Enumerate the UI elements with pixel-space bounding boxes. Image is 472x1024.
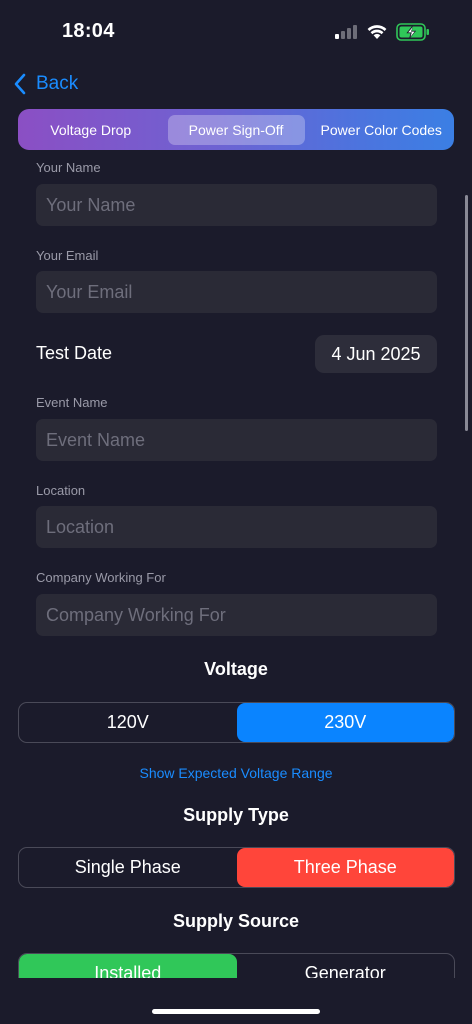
company-label: Company Working For <box>36 570 166 585</box>
tab-power-sign-off[interactable]: Power Sign-Off <box>167 114 305 145</box>
name-label: Your Name <box>36 160 101 175</box>
event-name-label: Event Name <box>36 395 108 410</box>
voltage-selector: 120V 230V <box>18 702 455 743</box>
voltage-title: Voltage <box>204 659 268 679</box>
location-field[interactable] <box>36 506 437 548</box>
tab-power-color-codes[interactable]: Power Color Codes <box>309 115 455 145</box>
email-field[interactable] <box>36 271 437 313</box>
test-date-picker[interactable]: 4 Jun 2025 <box>315 335 437 373</box>
scroll-indicator[interactable] <box>465 195 468 431</box>
location-label: Location <box>36 483 86 498</box>
status-time: 18:04 <box>62 20 115 42</box>
supply-type-title: Supply Type <box>183 805 289 825</box>
status-bar: 18:04 <box>0 0 472 60</box>
test-date-label: Test Date <box>36 343 113 363</box>
supply-type-selector: Single Phase Three Phase <box>18 847 455 888</box>
back-button[interactable]: Back <box>14 70 78 98</box>
cellular-signal-icon <box>335 25 361 39</box>
email-label: Your Email <box>36 248 99 263</box>
name-field[interactable] <box>36 184 437 226</box>
event-name-field[interactable] <box>36 419 437 461</box>
back-label: Back <box>36 73 79 94</box>
voltage-option-120v[interactable]: 120V <box>19 703 237 742</box>
chevron-left-icon <box>14 73 26 95</box>
voltage-option-230v[interactable]: 230V <box>236 703 454 742</box>
tab-voltage-drop[interactable]: Voltage Drop <box>18 115 164 145</box>
top-segmented-control: Voltage Drop Power Sign-Off Power Color … <box>18 109 454 150</box>
company-field[interactable] <box>36 594 437 636</box>
supply-type-single-phase[interactable]: Single Phase <box>19 848 237 887</box>
supply-source-title: Supply Source <box>172 911 300 931</box>
show-voltage-range-link[interactable]: Show Expected Voltage Range <box>0 765 472 781</box>
wifi-icon <box>367 25 387 39</box>
battery-charging-icon <box>396 23 429 41</box>
bottom-safe-area <box>0 978 472 1024</box>
home-indicator[interactable] <box>152 1009 320 1014</box>
supply-type-three-phase[interactable]: Three Phase <box>236 848 454 887</box>
